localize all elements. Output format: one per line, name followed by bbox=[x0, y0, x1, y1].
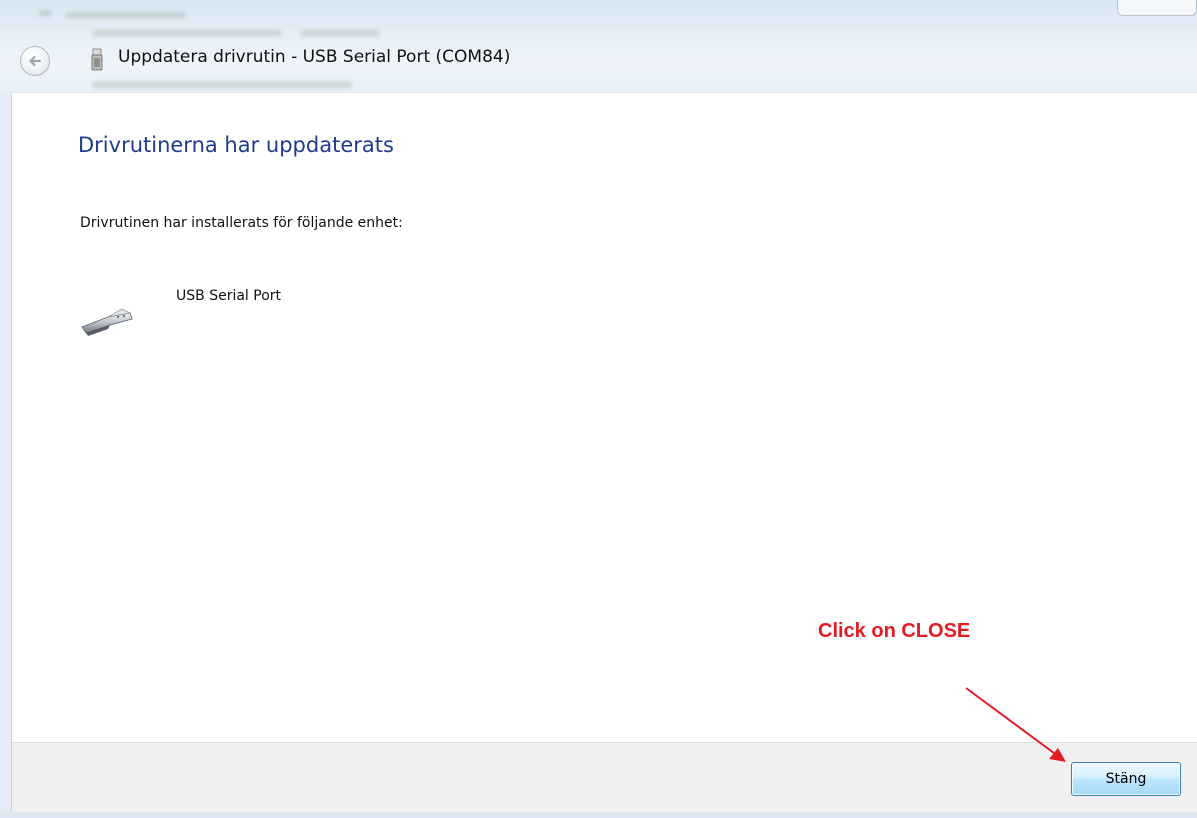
close-button[interactable]: Stäng bbox=[1071, 762, 1181, 796]
page-title: Drivrutinerna har uppdaterats bbox=[78, 133, 394, 157]
window-bottom-edge bbox=[0, 812, 1197, 818]
background-blur bbox=[66, 12, 186, 18]
background-blur bbox=[300, 30, 380, 36]
annotation-label: Click on CLOSE bbox=[818, 620, 971, 642]
back-button[interactable] bbox=[20, 46, 50, 76]
background-blur bbox=[92, 82, 352, 88]
instruction-text: Drivrutinen har installerats för följand… bbox=[80, 215, 403, 231]
background-blur bbox=[92, 30, 282, 36]
serial-port-connector-icon bbox=[81, 308, 133, 336]
window-titlebar: Uppdatera drivrutin - USB Serial Port (C… bbox=[0, 0, 1197, 92]
device-name: USB Serial Port bbox=[176, 288, 282, 304]
usb-device-icon bbox=[91, 48, 103, 71]
background-blur bbox=[38, 10, 52, 16]
back-arrow-icon bbox=[29, 55, 42, 67]
command-bar: Stäng bbox=[11, 742, 1197, 813]
window-title: Uppdatera drivrutin - USB Serial Port (C… bbox=[118, 47, 511, 67]
dialog-content: Drivrutinerna har uppdaterats Drivrutine… bbox=[11, 92, 1197, 743]
background-window-edge bbox=[1117, 0, 1197, 16]
